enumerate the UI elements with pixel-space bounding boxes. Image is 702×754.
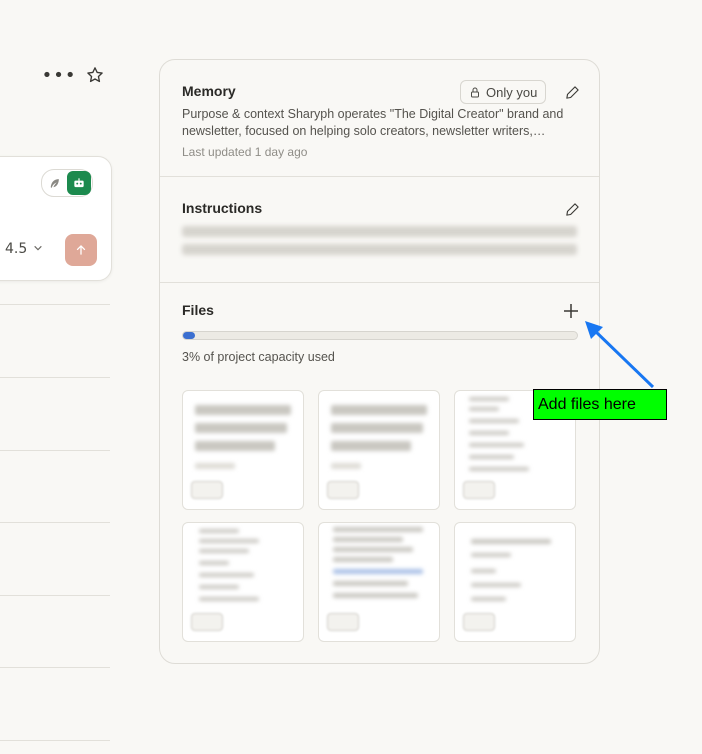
memory-last-updated: Last updated 1 day ago [182, 145, 308, 159]
annotation-callout: Add files here [533, 389, 667, 420]
chat-composer[interactable]: 4.5 [0, 156, 112, 281]
star-icon[interactable] [84, 64, 106, 86]
visibility-badge: Only you [460, 80, 547, 104]
project-knowledge-panel: Memory Only you Purpose & context Sharyp… [159, 59, 600, 664]
visibility-label: Only you [486, 84, 538, 100]
list-divider [0, 450, 110, 451]
capacity-progress-bar [182, 331, 578, 340]
memory-line-1: Purpose & context Sharyph operates "The … [182, 107, 564, 121]
instructions-title: Instructions [182, 200, 263, 216]
lock-icon [471, 87, 479, 97]
add-file-plus-icon[interactable] [560, 300, 582, 322]
mode-toggle[interactable] [41, 169, 93, 197]
feather-icon [42, 171, 66, 195]
list-divider [0, 740, 110, 741]
file-thumbnail[interactable] [318, 522, 440, 642]
edit-instructions-pencil-icon[interactable] [562, 199, 582, 219]
memory-title: Memory [182, 83, 236, 99]
model-selector[interactable]: 4.5 [5, 241, 43, 257]
model-label: 4.5 [5, 241, 28, 257]
chevron-down-icon [33, 241, 43, 257]
file-thumbnail[interactable] [182, 390, 304, 510]
instructions-blurred-text [182, 244, 577, 255]
section-divider [160, 176, 599, 177]
bot-icon [67, 171, 91, 195]
memory-summary: Purpose & context Sharyph operates "The … [182, 106, 582, 140]
edit-memory-pencil-icon[interactable] [562, 82, 582, 102]
list-divider [0, 522, 110, 523]
arrow-up-icon [76, 245, 86, 255]
files-title: Files [182, 302, 214, 318]
instructions-blurred-text [182, 226, 577, 237]
send-button[interactable] [65, 234, 97, 266]
file-thumbnail[interactable] [454, 522, 576, 642]
file-thumbnail[interactable] [182, 522, 304, 642]
more-options-icon[interactable]: ••• [42, 64, 76, 86]
section-divider [160, 282, 599, 283]
list-divider [0, 595, 110, 596]
file-thumbnail[interactable] [318, 390, 440, 510]
capacity-text: 3% of project capacity used [182, 350, 335, 364]
list-divider [0, 377, 110, 378]
capacity-progress-fill [183, 332, 195, 339]
memory-line-2: newsletter, focused on helping solo crea… [182, 124, 546, 138]
list-divider [0, 304, 110, 305]
list-divider [0, 667, 110, 668]
